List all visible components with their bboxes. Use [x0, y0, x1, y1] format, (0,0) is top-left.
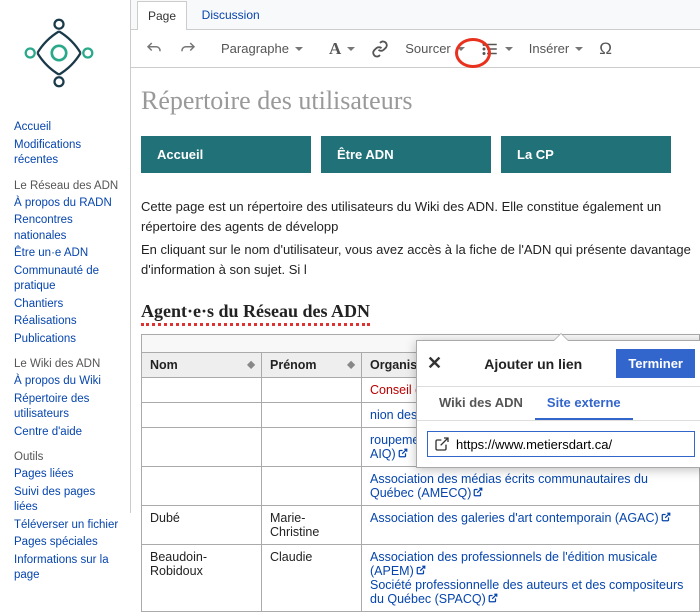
sidebar-group-reseau: Le Réseau des ADN — [14, 180, 120, 192]
sidebar: Accueil Modifications récentes Le Réseau… — [0, 0, 130, 585]
sidebar-link-accueil[interactable]: Accueil — [14, 119, 120, 137]
main-panel: Page Discussion Paragraphe A Sourcer Ins… — [130, 0, 700, 513]
page-title: Répertoire des utilisateurs — [141, 86, 700, 116]
org-link[interactable]: Association des galeries d'art contempor… — [370, 511, 659, 525]
close-icon[interactable]: ✕ — [427, 353, 442, 374]
cell-prenom — [262, 403, 362, 428]
org-link[interactable]: Association des professionnels de l'édit… — [370, 550, 657, 578]
format-dropdown[interactable]: A — [323, 34, 361, 64]
link-button[interactable] — [365, 35, 395, 63]
cell-prenom — [262, 428, 362, 467]
sidebar-link-repertoire[interactable]: Répertoire des utilisateurs — [14, 391, 120, 424]
special-char-button[interactable]: Ω — [593, 34, 618, 64]
sidebar-link-pages-liees[interactable]: Pages liées — [14, 466, 120, 484]
page-tabs: Page Discussion — [131, 0, 700, 30]
sidebar-link-realisations[interactable]: Réalisations — [14, 313, 120, 331]
table-row: DubéMarie-Christine Association des galer… — [142, 506, 700, 545]
th-nom[interactable]: Nom◆ — [142, 353, 262, 378]
done-button[interactable]: Terminer — [616, 349, 695, 378]
tab-discussion[interactable]: Discussion — [191, 0, 271, 29]
cell-org: Association des médias écrits communauta… — [362, 467, 700, 506]
table-row: Association des médias écrits communauta… — [142, 467, 700, 506]
paragraph-dropdown[interactable]: Paragraphe — [215, 36, 309, 61]
sidebar-link-communaute[interactable]: Communauté de pratique — [14, 263, 120, 296]
cell-prenom: Claudie — [262, 545, 362, 612]
description-line-1: Cette page est un répertoire des utilisa… — [141, 197, 700, 236]
sidebar-link-pages-speciales[interactable]: Pages spéciales — [14, 534, 120, 552]
chevron-down-icon — [505, 47, 513, 51]
redo-button[interactable] — [173, 35, 203, 63]
url-input[interactable] — [456, 437, 688, 452]
description-line-2: En cliquant sur le nom d'utilisateur, vo… — [141, 240, 700, 279]
sidebar-link-apropos-wiki[interactable]: À propos du Wiki — [14, 373, 120, 391]
sidebar-link-modifications[interactable]: Modifications récentes — [14, 137, 120, 170]
dialog-tab-external[interactable]: Site externe — [535, 387, 633, 420]
cell-nom — [142, 378, 262, 403]
cell-prenom — [262, 467, 362, 506]
sidebar-link-chantiers[interactable]: Chantiers — [14, 296, 120, 314]
cell-nom: Dubé — [142, 506, 262, 545]
sidebar-link-apropos-radn[interactable]: À propos du RADN — [14, 195, 120, 213]
th-prenom[interactable]: Prénom◆ — [262, 353, 362, 378]
undo-button[interactable] — [139, 35, 169, 63]
cell-prenom: Marie-Christine — [262, 506, 362, 545]
cell-org: Association des galeries d'art contempor… — [362, 506, 700, 545]
sort-icon: ◆ — [347, 360, 355, 371]
site-logo — [14, 8, 104, 98]
section-heading: Agent·e·s du Réseau des ADN — [141, 301, 370, 326]
org-link[interactable]: Société professionnelle des auteurs et d… — [370, 578, 683, 606]
sidebar-link-centre-aide[interactable]: Centre d'aide — [14, 424, 120, 442]
nav-accueil-button[interactable]: Accueil — [141, 136, 311, 173]
link-dialog: ✕ Ajouter un lien Terminer Wiki des ADN … — [416, 340, 700, 468]
insert-dropdown[interactable]: Insérer — [523, 36, 589, 61]
external-link-icon — [434, 436, 450, 452]
nav-etre-adn-button[interactable]: Être ADN — [321, 136, 491, 173]
list-dropdown[interactable] — [475, 35, 519, 63]
chevron-down-icon — [575, 47, 583, 51]
nav-la-cp-button[interactable]: La CP — [501, 136, 671, 173]
chevron-down-icon — [347, 47, 355, 51]
cell-prenom — [262, 378, 362, 403]
sidebar-link-etre-adn[interactable]: Être un·e ADN — [14, 245, 120, 263]
cell-nom — [142, 467, 262, 506]
sort-icon: ◆ — [247, 360, 255, 371]
tab-page[interactable]: Page — [137, 1, 187, 30]
dialog-title: Ajouter un lien — [450, 356, 616, 372]
sidebar-group-wiki: Le Wiki des ADN — [14, 358, 120, 370]
sourcer-dropdown[interactable]: Sourcer — [399, 36, 471, 61]
cell-nom: Beaudoin-Robidoux — [142, 545, 262, 612]
editor-toolbar: Paragraphe A Sourcer Insérer Ω — [131, 30, 700, 68]
cell-nom — [142, 403, 262, 428]
cell-org: Association des professionnels de l'édit… — [362, 545, 700, 612]
table-row: Beaudoin-RobidouxClaudie Association des … — [142, 545, 700, 612]
sidebar-link-rencontres[interactable]: Rencontres nationales — [14, 212, 120, 245]
cell-nom — [142, 428, 262, 467]
org-link[interactable]: Association des médias écrits communauta… — [370, 472, 648, 500]
sidebar-link-publications[interactable]: Publications — [14, 331, 120, 349]
chevron-down-icon — [295, 47, 303, 51]
dialog-tab-internal[interactable]: Wiki des ADN — [427, 387, 535, 420]
sidebar-link-televerser[interactable]: Téléverser un fichier — [14, 517, 120, 535]
org-link[interactable]: AIQ) — [370, 447, 396, 461]
sidebar-group-outils: Outils — [14, 451, 120, 463]
sidebar-link-suivi[interactable]: Suivi des pages liées — [14, 484, 120, 517]
sidebar-link-informations[interactable]: Informations sur la page — [14, 552, 120, 585]
chevron-down-icon — [457, 47, 465, 51]
